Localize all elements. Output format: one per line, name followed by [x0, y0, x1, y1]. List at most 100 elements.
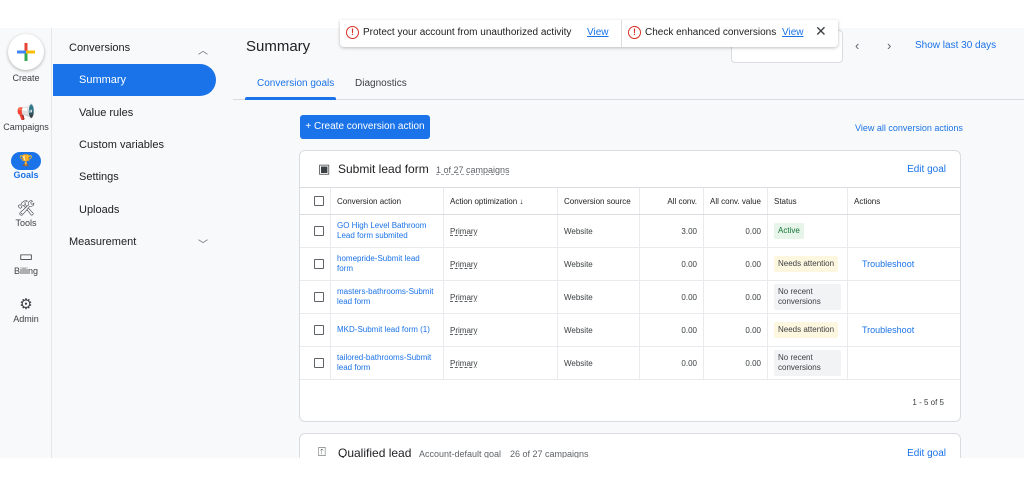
banner-message-enhanced: Check enhanced conversions: [645, 27, 777, 38]
nav-item-value-rules[interactable]: Value rules: [53, 97, 216, 129]
row-checkbox[interactable]: [314, 292, 324, 302]
action-optimization-value[interactable]: Primary: [450, 293, 478, 302]
banner-divider: [621, 20, 622, 47]
rail-create-label: Create: [12, 73, 40, 83]
upload-doc-icon: ⍐: [318, 444, 326, 458]
trophy-icon: 🏆: [11, 152, 41, 170]
goal-campaign-count[interactable]: 26 of 27 campaigns: [510, 449, 589, 458]
col-conversion-source[interactable]: Conversion source: [557, 187, 640, 215]
all-conv-value: 3.00: [639, 214, 704, 248]
edit-goal-link[interactable]: Edit goal: [907, 448, 946, 458]
tools-icon: 🛠: [16, 200, 36, 217]
arrow-down-icon: ↓: [519, 196, 524, 206]
left-rail: Create 📢 Campaigns 🏆 Goals 🛠 Tools ▭ Bil…: [0, 28, 52, 458]
action-optimization-value[interactable]: Primary: [450, 359, 478, 368]
tab-bar: Conversion goals Diagnostics: [233, 68, 1024, 100]
row-checkbox[interactable]: [314, 259, 324, 269]
nav-section-conversions[interactable]: Conversions: [69, 42, 130, 54]
chevron-up-icon[interactable]: ︿: [198, 42, 208, 57]
action-optimization-value[interactable]: Primary: [450, 326, 478, 335]
status-badge: Needs attention: [774, 322, 839, 338]
conversion-actions-table: Conversion action Action optimization ↓ …: [300, 187, 960, 380]
tab-diagnostics[interactable]: Diagnostics: [355, 78, 407, 89]
col-all-conv-value[interactable]: All conv. value: [703, 187, 768, 215]
status-badge: No recent conversions: [774, 284, 841, 310]
all-conv-value: 0.00: [639, 346, 704, 380]
alert-icon: !: [346, 26, 359, 39]
rail-goals-label: Goals: [13, 170, 39, 180]
conversion-source-value: Website: [557, 280, 640, 314]
chevron-left-icon[interactable]: ‹: [855, 38, 859, 53]
table-row[interactable]: MKD-Submit lead form (1) Primary Website 0.…: [300, 313, 960, 347]
table-row[interactable]: tailored-bathrooms-Submit lead form Prima…: [300, 346, 960, 380]
all-conv-value: 0.00: [639, 280, 704, 314]
row-checkbox[interactable]: [314, 325, 324, 335]
all-conv-value: 0.00: [639, 313, 704, 347]
chevron-right-icon[interactable]: ›: [887, 38, 891, 53]
banner-view-link-enhanced[interactable]: View: [782, 27, 804, 38]
secondary-nav: Conversions ︿ Summary Value rules Custom…: [53, 28, 233, 458]
col-action-optimization[interactable]: Action optimization ↓: [443, 187, 558, 215]
plus-icon: [17, 43, 35, 61]
action-optimization-value[interactable]: Primary: [450, 227, 478, 236]
table-row[interactable]: masters-bathrooms-Submit lead form Primar…: [300, 280, 960, 314]
table-header-row: Conversion action Action optimization ↓ …: [300, 187, 960, 215]
status-badge: Active: [774, 223, 804, 239]
select-all-checkbox[interactable]: [314, 196, 324, 206]
page-title: Summary: [246, 38, 311, 55]
conversion-action-link[interactable]: MKD-Submit lead form (1): [337, 325, 437, 335]
goal-card-qualified-lead: ⍐ Qualified lead Account-default goal 26…: [299, 433, 961, 458]
rail-tools[interactable]: 🛠 Tools: [0, 200, 52, 228]
nav-item-custom-variables[interactable]: Custom variables: [53, 129, 216, 161]
goal-card-submit-lead-form: ▣ Submit lead form 1 of 27 campaigns Edi…: [299, 150, 961, 422]
all-conv-value-amount: 0.00: [703, 313, 768, 347]
rail-campaigns[interactable]: 📢 Campaigns: [0, 104, 52, 132]
nav-item-summary[interactable]: Summary: [53, 64, 216, 96]
conversion-source-value: Website: [557, 346, 640, 380]
conversion-source-value: Website: [557, 214, 640, 248]
all-conv-value-amount: 0.00: [703, 346, 768, 380]
col-all-conv[interactable]: All conv.: [639, 187, 704, 215]
account-default-goal-label: Account-default goal: [419, 449, 502, 458]
app-frame: Create 📢 Campaigns 🏆 Goals 🛠 Tools ▭ Bil…: [0, 28, 1024, 458]
view-all-conversion-actions-link[interactable]: View all conversion actions: [855, 123, 963, 133]
close-icon[interactable]: ✕: [815, 23, 827, 40]
goal-title: Submit lead form: [338, 162, 429, 176]
status-badge: Needs attention: [774, 256, 839, 272]
tab-conversion-goals[interactable]: Conversion goals: [257, 78, 334, 89]
create-button[interactable]: [8, 34, 44, 70]
goal-campaign-count[interactable]: 1 of 27 campaigns: [436, 165, 510, 175]
banner-view-link-security[interactable]: View: [587, 27, 609, 38]
nav-item-uploads[interactable]: Uploads: [53, 194, 216, 226]
troubleshoot-link[interactable]: Troubleshoot: [862, 325, 914, 335]
nav-item-settings[interactable]: Settings: [53, 161, 216, 193]
conversion-action-link[interactable]: masters-bathrooms-Submit lead form: [337, 287, 437, 307]
action-optimization-value[interactable]: Primary: [450, 260, 478, 269]
banner-message-security: Protect your account from unauthorized a…: [363, 27, 572, 38]
conversion-action-link[interactable]: GO High Level Bathroom Lead form submite…: [337, 221, 437, 241]
troubleshoot-link[interactable]: Troubleshoot: [862, 259, 914, 269]
all-conv-value-amount: 0.00: [703, 247, 768, 281]
all-conv-value-amount: 0.00: [703, 214, 768, 248]
rail-tools-label: Tools: [15, 218, 37, 228]
rail-admin[interactable]: ⚙ Admin: [0, 296, 52, 324]
table-row[interactable]: GO High Level Bathroom Lead form submite…: [300, 214, 960, 248]
conversion-source-value: Website: [557, 313, 640, 347]
chevron-down-icon[interactable]: ﹀: [198, 236, 208, 251]
col-conversion-action[interactable]: Conversion action: [330, 187, 444, 215]
create-conversion-action-button[interactable]: + Create conversion action: [300, 115, 430, 139]
row-checkbox[interactable]: [314, 358, 324, 368]
rail-billing[interactable]: ▭ Billing: [0, 248, 52, 276]
edit-goal-link[interactable]: Edit goal: [907, 164, 946, 175]
pagination-label: 1 - 5 of 5: [912, 398, 944, 407]
rail-goals[interactable]: 🏆 Goals: [0, 152, 52, 180]
conversion-action-link[interactable]: tailored-bathrooms-Submit lead form: [337, 353, 437, 373]
row-checkbox[interactable]: [314, 226, 324, 236]
col-status[interactable]: Status: [767, 187, 848, 215]
table-row[interactable]: homepride-Submit lead form Primary Website…: [300, 247, 960, 281]
show-last-30-days-link[interactable]: Show last 30 days: [915, 40, 996, 51]
nav-section-measurement[interactable]: Measurement: [69, 236, 136, 248]
conversion-action-link[interactable]: homepride-Submit lead form: [337, 254, 437, 274]
rail-create[interactable]: Create: [0, 34, 52, 83]
rail-billing-label: Billing: [13, 266, 38, 276]
